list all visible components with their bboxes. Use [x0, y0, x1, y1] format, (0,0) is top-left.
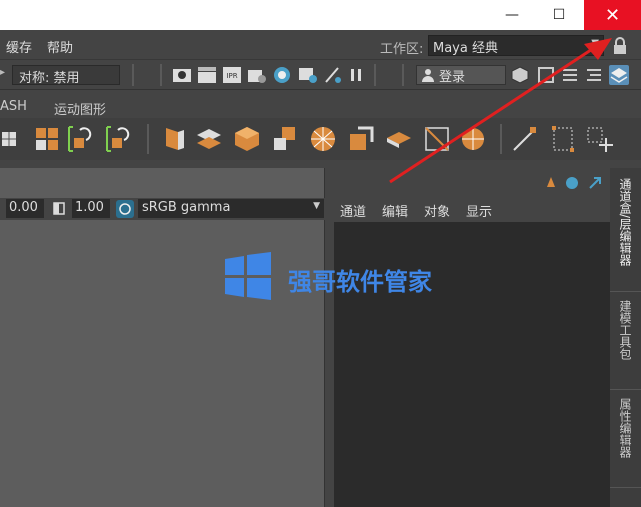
divider	[132, 64, 134, 86]
divider	[402, 64, 404, 86]
menu-bar: 缓存 帮助 工作区: Maya 经典 ▼	[0, 30, 641, 60]
gamma-field[interactable]: 0.00	[6, 199, 44, 218]
render-view-icon[interactable]	[172, 65, 192, 85]
channel-box-menu: 通道 编辑 对象 显示	[326, 198, 610, 222]
minimize-button[interactable]: —	[490, 0, 534, 30]
distribute-icon[interactable]	[32, 124, 62, 154]
watermark: 强哥软件管家	[224, 252, 454, 302]
minimize-icon: —	[505, 7, 519, 23]
symmetry-field[interactable]: 对称: 禁用	[12, 65, 120, 86]
tab-attribute-editor[interactable]: 属性编辑器	[610, 392, 641, 488]
dropdown-arrow-icon: ▼	[313, 201, 320, 211]
menu-item-help[interactable]: 帮助	[47, 37, 73, 56]
shelf-tabs: ASH 运动图形	[0, 96, 641, 118]
login-button[interactable]: 登录	[416, 65, 506, 85]
user-icon	[422, 69, 434, 82]
grid-icon[interactable]	[0, 124, 30, 154]
render-settings-icon[interactable]	[247, 65, 267, 85]
status-line: ▸ 对称: 禁用 IPR 登录	[0, 60, 641, 90]
tab-channel-box[interactable]: 通道盒/层编辑器	[610, 172, 641, 292]
workspace-value: Maya 经典	[433, 41, 498, 56]
menu-object[interactable]: 对象	[424, 201, 450, 220]
workspace-select[interactable]: Maya 经典 ▼	[428, 35, 604, 56]
hypershade-icon[interactable]	[272, 65, 292, 85]
rotate-bracket-icon[interactable]	[104, 124, 134, 154]
title-bar: — ☐ ✕	[0, 0, 641, 30]
sphere-wire-icon[interactable]	[308, 124, 338, 154]
colorspace-select[interactable]: sRGB gamma ▼	[138, 199, 324, 218]
menu-channels[interactable]: 通道	[340, 201, 366, 220]
panel-options-icons[interactable]	[546, 174, 610, 192]
maximize-icon: ☐	[552, 7, 566, 23]
bevel-cube-icon[interactable]	[346, 124, 376, 154]
login-label: 登录	[439, 69, 466, 85]
cube-orange-icon[interactable]	[232, 124, 262, 154]
menu-edit[interactable]: 编辑	[382, 201, 408, 220]
exposure-icon[interactable]	[52, 201, 66, 216]
rotate-bracket-icon[interactable]	[66, 124, 96, 154]
viewport-toolbar: 0.00 1.00 sRGB gamma ▼	[0, 198, 325, 220]
exposure-field[interactable]: 1.00	[72, 199, 110, 218]
list-icon[interactable]	[560, 65, 580, 85]
plane-icon[interactable]	[384, 124, 414, 154]
lock-icon[interactable]	[612, 37, 628, 55]
close-icon: ✕	[604, 4, 621, 26]
extrude-icon[interactable]	[158, 124, 188, 154]
windows-logo-icon	[225, 252, 271, 300]
divider	[147, 124, 149, 154]
colorspace-value: sRGB gamma	[142, 200, 231, 215]
plane-stack-icon[interactable]	[194, 124, 224, 154]
divider	[500, 124, 502, 154]
bounding-handles-icon[interactable]	[548, 124, 578, 154]
layers-icon[interactable]	[609, 65, 629, 85]
svg-text:IPR: IPR	[226, 72, 237, 80]
divider	[160, 64, 162, 86]
shelf	[0, 118, 641, 160]
menu-item-cache[interactable]: 缓存	[6, 37, 32, 56]
color-management-icon[interactable]	[116, 200, 134, 218]
sphere-grid-icon[interactable]	[458, 124, 488, 154]
cube-icon[interactable]	[510, 65, 530, 85]
render-setup-icon[interactable]	[298, 65, 318, 85]
tab-modeling-toolkit[interactable]: 建模工具包	[610, 294, 641, 390]
maximize-button[interactable]: ☐	[537, 0, 581, 30]
render-clapboard-icon[interactable]	[197, 65, 217, 85]
attribute-list-icon[interactable]	[584, 65, 604, 85]
move-handles-icon[interactable]	[584, 124, 614, 154]
light-editor-icon[interactable]	[323, 65, 343, 85]
watermark-text: 强哥软件管家	[288, 268, 432, 296]
bounding-box-icon[interactable]	[422, 124, 452, 154]
divider	[374, 64, 376, 86]
workspace-label: 工作区:	[380, 42, 424, 57]
shelf-tab-motion-graphics[interactable]: 运动图形	[54, 99, 106, 118]
ipr-render-icon[interactable]: IPR	[222, 65, 242, 85]
arrow-left-icon: ▸	[0, 67, 6, 78]
menu-show[interactable]: 显示	[466, 201, 492, 220]
shelf-tab-mash[interactable]: ASH	[0, 99, 27, 114]
channel-box-panel: 通道 编辑 对象 显示	[326, 168, 610, 507]
pencil-curve-icon[interactable]	[510, 124, 540, 154]
viewport-panel[interactable]: 0.00 1.00 sRGB gamma ▼	[0, 168, 325, 507]
toggle-icon[interactable]	[536, 65, 556, 85]
cubes-icon[interactable]	[270, 124, 300, 154]
dropdown-arrow-icon: ▼	[591, 38, 599, 49]
pause-icon[interactable]	[346, 65, 366, 85]
close-button[interactable]: ✕	[584, 0, 641, 30]
right-side-tabs: 通道盒/层编辑器 建模工具包 属性编辑器	[610, 168, 641, 507]
